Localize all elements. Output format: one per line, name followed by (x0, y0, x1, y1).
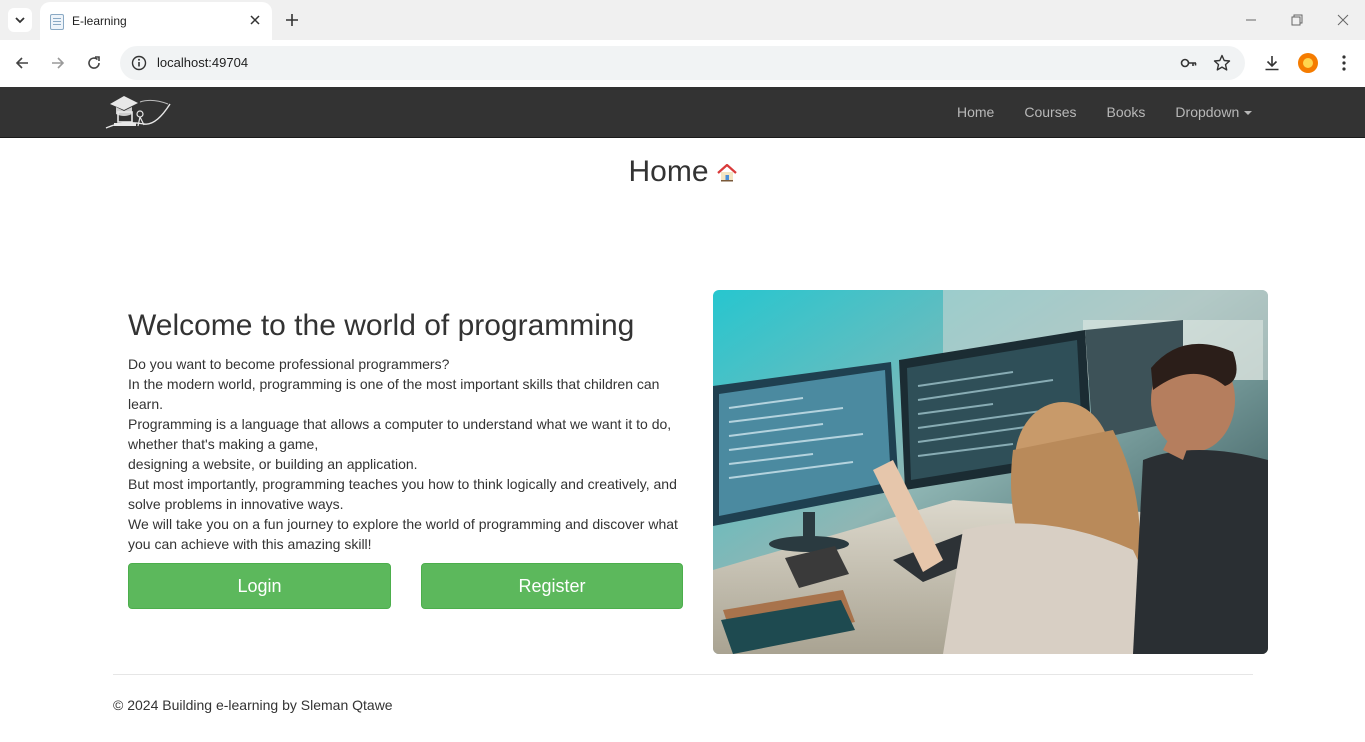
footer-text: © 2024 Building e-learning by Sleman Qta… (113, 697, 393, 713)
forward-icon[interactable] (46, 51, 70, 75)
info-icon[interactable] (130, 54, 148, 72)
profile-icon[interactable] (1296, 51, 1320, 75)
hero-image (713, 290, 1268, 654)
browser-toolbar: localhost:49704 (0, 40, 1365, 86)
page-title-row: Home (0, 155, 1365, 190)
minimize-icon[interactable] (1239, 8, 1263, 32)
plus-icon[interactable] (281, 9, 303, 31)
nav-dropdown[interactable]: Dropdown (1160, 87, 1267, 137)
welcome-heading: Welcome to the world of programming (128, 309, 635, 342)
nav-links: Home Courses Books Dropdown (942, 87, 1267, 137)
register-button[interactable]: Register (421, 563, 683, 609)
download-icon[interactable] (1260, 51, 1284, 75)
back-icon[interactable] (10, 51, 34, 75)
intro-line: designing a website, or building an appl… (128, 456, 418, 472)
tab-title: E-learning (72, 14, 127, 28)
intro-section: Welcome to the world of programming Do y… (128, 308, 684, 554)
browser-tab[interactable]: E-learning (40, 2, 272, 40)
login-button[interactable]: Login (128, 563, 391, 609)
close-icon[interactable] (246, 11, 264, 29)
nav-courses[interactable]: Courses (1009, 87, 1091, 137)
browser-tabstrip: E-learning (0, 0, 1365, 40)
window-close-icon[interactable] (1331, 8, 1355, 32)
restore-icon[interactable] (1285, 8, 1309, 32)
nav-books[interactable]: Books (1092, 87, 1161, 137)
intro-line: We will take you on a fun journey to exp… (128, 516, 678, 552)
url-text: localhost:49704 (157, 55, 249, 70)
intro-line: But most importantly, programming teache… (128, 476, 677, 512)
intro-line: In the modern world, programming is one … (128, 376, 660, 412)
logo-icon[interactable] (104, 90, 174, 134)
favicon-icon (50, 14, 64, 30)
footer-divider (113, 674, 1253, 675)
intro-line: Programming is a language that allows a … (128, 416, 672, 452)
caret-down-icon (1244, 111, 1253, 116)
reload-icon[interactable] (82, 51, 106, 75)
address-bar[interactable]: localhost:49704 (120, 46, 1245, 80)
nav-home[interactable]: Home (942, 87, 1009, 137)
key-icon[interactable] (1179, 53, 1199, 73)
menu-icon[interactable] (1332, 51, 1356, 75)
nav-dropdown-label: Dropdown (1175, 104, 1240, 120)
intro-line: Do you want to become professional progr… (128, 356, 450, 372)
intro-paragraph: Do you want to become professional progr… (128, 354, 684, 554)
page-title: Home (628, 155, 709, 188)
tab-search-icon[interactable] (8, 8, 32, 32)
site-navbar: Home Courses Books Dropdown (0, 87, 1365, 138)
house-icon (716, 156, 737, 190)
star-icon[interactable] (1212, 53, 1232, 73)
